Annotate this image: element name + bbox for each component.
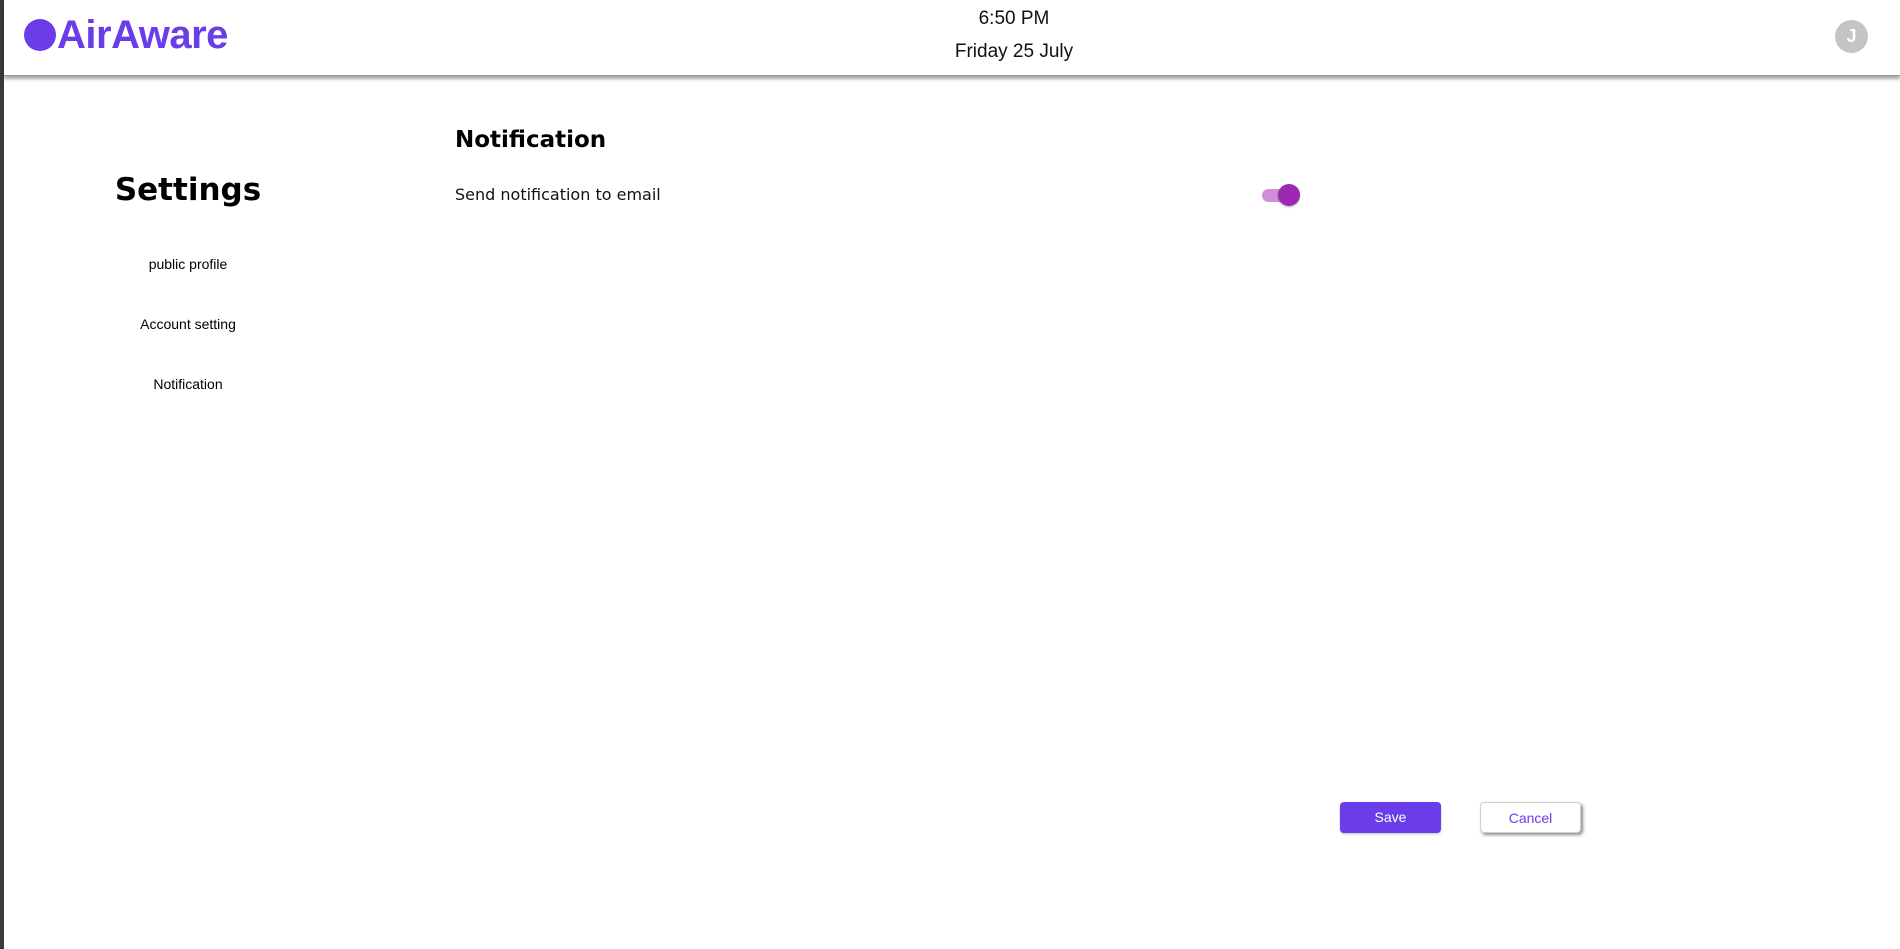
app-window: AirAware 6:50 PM Friday 25 July J Settin… xyxy=(0,0,1900,949)
sidebar-item-notification[interactable]: Notification xyxy=(88,376,288,392)
email-notification-toggle[interactable] xyxy=(1260,184,1300,206)
section-title: Notification xyxy=(455,127,607,153)
email-notification-label: Send notification to email xyxy=(455,185,661,204)
sidebar-item-account-setting[interactable]: Account setting xyxy=(88,316,288,332)
save-button[interactable]: Save xyxy=(1340,802,1441,833)
current-time: 6:50 PM xyxy=(978,8,1050,29)
header-clock: 6:50 PM Friday 25 July xyxy=(914,6,1114,65)
user-avatar[interactable]: J xyxy=(1835,20,1868,53)
top-header: AirAware 6:50 PM Friday 25 July J xyxy=(4,0,1900,76)
toggle-thumb xyxy=(1278,184,1300,206)
window-frame-edge xyxy=(0,0,4,949)
settings-title: Settings xyxy=(114,172,262,208)
current-date: Friday 25 July xyxy=(954,41,1074,62)
app-name: AirAware xyxy=(57,13,228,57)
app-logo[interactable]: AirAware xyxy=(24,13,228,57)
sidebar-item-public-profile[interactable]: public profile xyxy=(88,256,288,272)
circle-logo-icon xyxy=(24,19,56,51)
cancel-button[interactable]: Cancel xyxy=(1480,802,1581,833)
